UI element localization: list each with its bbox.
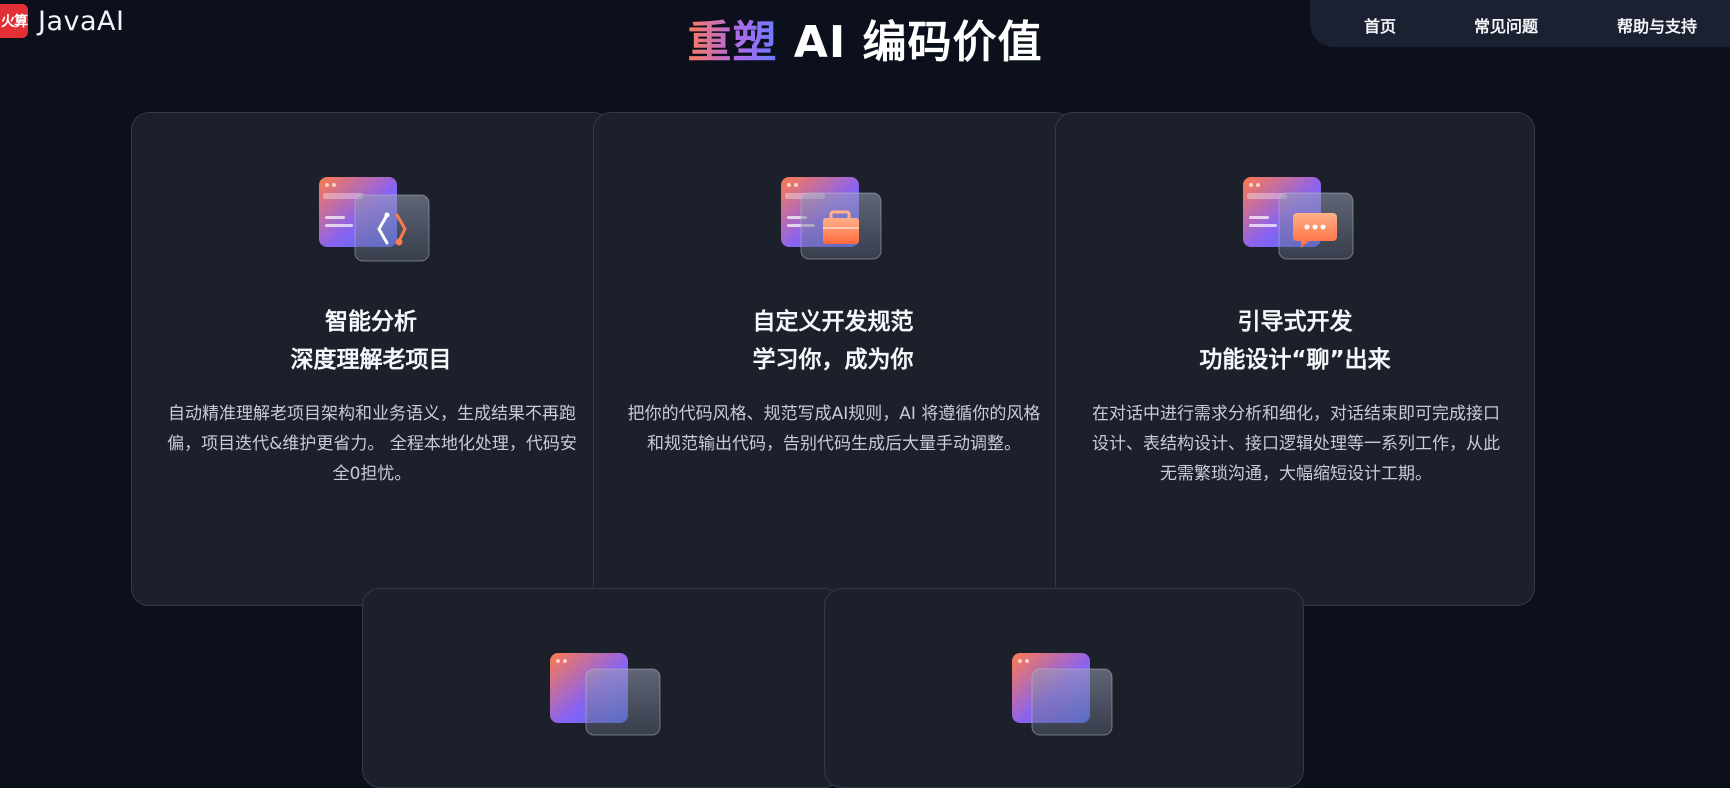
section-title-highlight: 重塑 bbox=[687, 17, 778, 68]
section-title-rest: AI 编码价值 bbox=[793, 17, 1043, 68]
card-title-line2: 学习你，成为你 bbox=[752, 347, 914, 373]
card-title-line2: 深度理解老项目 bbox=[290, 347, 452, 373]
card-description: 把你的代码风格、规范写成AI规则，AI 将遵循你的风格和规范输出代码，告别代码生… bbox=[627, 404, 1041, 454]
feature-card-smart-analysis: 智能分析 深度理解老项目 自动精准理解老项目架构和业务语义，生成结果不再跑偏，项… bbox=[131, 112, 611, 606]
card-title-line2: 功能设计“聊”出来 bbox=[1199, 347, 1391, 373]
card-title-line1: 自定义开发规范 bbox=[752, 309, 914, 335]
card-title-line1: 智能分析 bbox=[325, 309, 417, 335]
card-title: 智能分析 深度理解老项目 bbox=[132, 303, 610, 379]
card-description: 在对话中进行需求分析和细化，对话结束即可完成接口设计、表结构设计、接口逻辑处理等… bbox=[1092, 404, 1500, 484]
code-hexagon-icon bbox=[315, 171, 431, 263]
briefcase-icon bbox=[777, 171, 893, 263]
feature-card-custom-standards: 自定义开发规范 学习你，成为你 把你的代码风格、规范写成AI规则，AI 将遵循你… bbox=[593, 112, 1073, 606]
window-icon bbox=[1008, 647, 1124, 739]
card-title: 自定义开发规范 学习你，成为你 bbox=[594, 303, 1072, 379]
section-title: 重塑 AI 编码价值 bbox=[0, 6, 1730, 70]
card-title: 引导式开发 功能设计“聊”出来 bbox=[1056, 303, 1534, 379]
card-description: 自动精准理解老项目架构和业务语义，生成结果不再跑偏，项目迭代&维护更省力。 全程… bbox=[167, 404, 577, 484]
feature-card-partial bbox=[824, 588, 1304, 788]
chat-bubble-icon bbox=[1239, 171, 1355, 263]
feature-card-guided-dev: 引导式开发 功能设计“聊”出来 在对话中进行需求分析和细化，对话结束即可完成接口… bbox=[1055, 112, 1535, 606]
feature-card-partial bbox=[362, 588, 842, 788]
window-icon bbox=[546, 647, 662, 739]
card-title-line1: 引导式开发 bbox=[1237, 309, 1353, 335]
